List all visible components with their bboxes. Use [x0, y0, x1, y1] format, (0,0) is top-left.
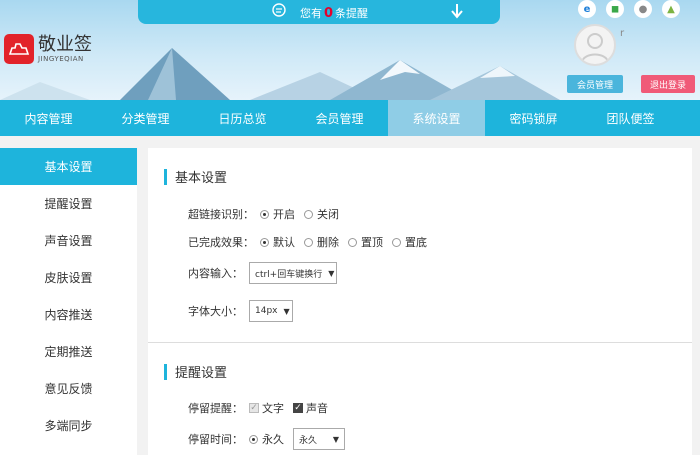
reminder-settings-title: 提醒设置 — [175, 366, 228, 381]
radio-checked[interactable] — [260, 209, 269, 219]
content-input-row: 内容输入： ctrl+回车键换行 ▼ — [188, 262, 337, 284]
stay-reminder-row: 停留提醒： ✓ 文字 ✓ 声音 — [188, 400, 337, 416]
nav-team-notes[interactable]: 团队便签 — [582, 100, 679, 136]
stay-text-label: 文字 — [262, 402, 284, 415]
basic-settings-title: 基本设置 — [175, 171, 228, 186]
notification-suffix: 条提醒 — [335, 7, 369, 20]
ie-icon[interactable]: e — [578, 0, 596, 18]
user-icon — [581, 33, 609, 63]
hyperlink-on-option[interactable]: 开启 — [260, 206, 295, 222]
platform-links: e ◼ ● ▲ — [578, 0, 680, 18]
font-size-value: 14px — [255, 306, 278, 316]
checkbox-disabled: ✓ — [249, 403, 259, 413]
done-effect-row: 已完成效果： 默认 删除 置顶 置底 — [188, 234, 436, 250]
stay-time-select[interactable]: 永久 ▼ — [293, 428, 345, 450]
nav-category-management[interactable]: 分类管理 — [97, 100, 194, 136]
done-top-option[interactable]: 置顶 — [348, 234, 383, 250]
logo-icon — [4, 34, 34, 64]
stay-sound-label: 声音 — [306, 402, 328, 415]
header: 您有 0 条提醒 敬业签 JINGYEQIAN e ◼ ● ▲ r 会员管理 退出登… — [0, 0, 700, 100]
font-size-select[interactable]: 14px ▼ — [249, 300, 293, 322]
dropdown-arrow-icon: ▼ — [332, 434, 339, 444]
stay-sound-option[interactable]: ✓ 声音 — [293, 400, 328, 416]
done-bottom-label: 置底 — [405, 236, 427, 249]
main-nav: 内容管理 分类管理 日历总览 会员管理 系统设置 密码锁屏 团队便签 — [0, 100, 700, 136]
radio-unchecked[interactable] — [304, 237, 313, 247]
dropdown-arrow-icon: ▼ — [283, 306, 290, 316]
section-divider — [148, 342, 692, 343]
settings-panel: 基本设置 超链接识别： 开启 关闭 已完成效果： 默认 删除 置顶 置底 内容输… — [148, 148, 692, 455]
sidebar: 基本设置 提醒设置 声音设置 皮肤设置 内容推送 定期推送 意见反馈 多端同步 — [0, 148, 137, 455]
nav-calendar-overview[interactable]: 日历总览 — [194, 100, 291, 136]
member-management-button[interactable]: 会员管理 — [567, 75, 623, 93]
reminder-settings-heading: 提醒设置 — [164, 362, 227, 381]
windows-icon[interactable]: ◼ — [606, 0, 624, 18]
content-input-label: 内容输入： — [188, 267, 243, 280]
stay-time-row: 停留时间： 永久 永久 ▼ — [188, 428, 345, 450]
done-default-label: 默认 — [273, 236, 295, 249]
notification-bar[interactable]: 您有 0 条提醒 — [138, 0, 500, 24]
font-size-row: 字体大小： 14px ▼ — [188, 300, 293, 322]
done-effect-label: 已完成效果： — [188, 236, 254, 249]
notification-text: 您有 0 条提醒 — [300, 5, 368, 21]
sidebar-item-content-push[interactable]: 内容推送 — [0, 296, 137, 333]
radio-unchecked[interactable] — [348, 237, 357, 247]
logo: 敬业签 JINGYEQIAN — [4, 34, 92, 64]
sidebar-item-scheduled-push[interactable]: 定期推送 — [0, 333, 137, 370]
sidebar-item-feedback[interactable]: 意见反馈 — [0, 370, 137, 407]
notification-prefix: 您有 — [300, 7, 322, 20]
radio-unchecked[interactable] — [392, 237, 401, 247]
checkbox-checked[interactable]: ✓ — [293, 403, 303, 413]
basic-settings-heading: 基本设置 — [164, 167, 227, 186]
radio-unchecked[interactable] — [304, 209, 313, 219]
arrow-down-icon[interactable] — [450, 3, 464, 19]
sidebar-item-basic-settings[interactable]: 基本设置 — [0, 148, 137, 185]
stay-reminder-label: 停留提醒： — [188, 402, 243, 415]
dropdown-arrow-icon: ▼ — [328, 268, 335, 278]
stay-time-value: 永久 — [299, 435, 318, 446]
hyperlink-row: 超链接识别： 开启 关闭 — [188, 206, 348, 222]
font-size-label: 字体大小： — [188, 305, 243, 318]
logo-subtitle: JINGYEQIAN — [38, 55, 84, 63]
content-input-select[interactable]: ctrl+回车键换行 ▼ — [249, 262, 337, 284]
chat-icon — [272, 3, 286, 17]
done-top-label: 置顶 — [361, 236, 383, 249]
hyperlink-on-label: 开启 — [273, 208, 295, 221]
username: r — [620, 28, 625, 39]
stay-time-permanent-label: 永久 — [262, 433, 284, 446]
hyperlink-label: 超链接识别： — [188, 208, 254, 221]
done-bottom-option[interactable]: 置底 — [392, 234, 427, 250]
hyperlink-off-label: 关闭 — [317, 208, 339, 221]
sidebar-item-sound-settings[interactable]: 声音设置 — [0, 222, 137, 259]
apple-icon[interactable]: ● — [634, 0, 652, 18]
android-icon[interactable]: ▲ — [662, 0, 680, 18]
radio-checked[interactable] — [249, 434, 258, 444]
content-input-value: ctrl+回车键换行 — [255, 269, 323, 280]
stay-time-label: 停留时间： — [188, 433, 243, 446]
nav-content-management[interactable]: 内容管理 — [0, 100, 97, 136]
done-delete-option[interactable]: 删除 — [304, 234, 339, 250]
radio-checked[interactable] — [260, 237, 269, 247]
sidebar-item-multi-sync[interactable]: 多端同步 — [0, 407, 137, 444]
avatar[interactable] — [574, 24, 616, 66]
nav-system-settings[interactable]: 系统设置 — [388, 100, 485, 136]
nav-member-management[interactable]: 会员管理 — [291, 100, 388, 136]
hyperlink-off-option[interactable]: 关闭 — [304, 206, 339, 222]
nav-password-lock[interactable]: 密码锁屏 — [485, 100, 582, 136]
logo-title: 敬业签 — [38, 34, 92, 55]
logout-button[interactable]: 退出登录 — [641, 75, 695, 93]
notification-count: 0 — [324, 6, 334, 21]
done-delete-label: 删除 — [317, 236, 339, 249]
sidebar-item-reminder-settings[interactable]: 提醒设置 — [0, 185, 137, 222]
done-default-option[interactable]: 默认 — [260, 234, 295, 250]
stay-time-permanent-option[interactable]: 永久 — [249, 431, 284, 447]
stay-text-option[interactable]: ✓ 文字 — [249, 400, 284, 416]
sidebar-item-skin-settings[interactable]: 皮肤设置 — [0, 259, 137, 296]
